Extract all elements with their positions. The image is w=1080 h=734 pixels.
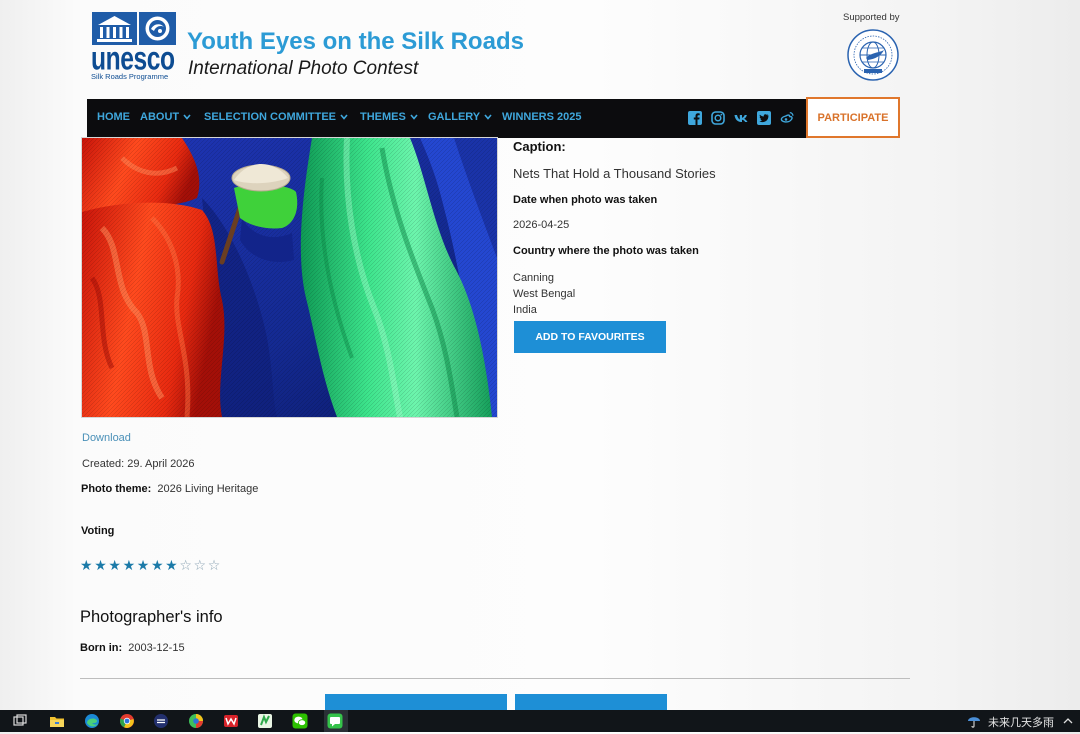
facebook-icon[interactable] bbox=[688, 111, 702, 125]
photographer-info-heading: Photographer's info bbox=[80, 608, 223, 626]
theme-label: Photo theme: bbox=[81, 483, 152, 495]
photo-caption: Nets That Hold a Thousand Stories bbox=[513, 166, 716, 181]
chevron-up-icon[interactable] bbox=[1060, 713, 1076, 729]
add-to-favourites-button[interactable]: ADD TO FAVOURITES bbox=[514, 321, 666, 353]
task-view-icon[interactable] bbox=[12, 713, 28, 729]
date-label: Date when photo was taken bbox=[513, 194, 658, 206]
os-taskbar: 未来几天多雨 bbox=[0, 710, 1080, 732]
nav-label: HOME bbox=[97, 111, 130, 123]
nav-label: THEMES bbox=[360, 111, 406, 123]
site-title[interactable]: Youth Eyes on the Silk Roads bbox=[187, 28, 524, 56]
caption-label: Caption: bbox=[513, 139, 566, 154]
born-date: 2003-12-15 bbox=[128, 642, 185, 654]
rating-star-filled[interactable]: ★ bbox=[94, 558, 108, 574]
location-country: India bbox=[513, 304, 537, 316]
wechat-icon[interactable] bbox=[292, 713, 308, 729]
chat-app-icon[interactable] bbox=[327, 713, 343, 729]
programme-name: Silk Roads Programme bbox=[91, 72, 169, 81]
created-label: Created: bbox=[82, 458, 125, 470]
main-nav: HOME ABOUT SELECTION COMMITTEE THEMES GA… bbox=[87, 99, 806, 138]
nav-winners-2025[interactable]: WINNERS 2025 bbox=[502, 111, 581, 123]
rating-star-filled[interactable]: ★ bbox=[137, 558, 151, 574]
twitter-icon[interactable] bbox=[757, 111, 771, 125]
file-explorer-icon[interactable] bbox=[49, 713, 65, 729]
instagram-icon[interactable] bbox=[711, 111, 725, 125]
wps-icon[interactable] bbox=[223, 713, 239, 729]
photo-theme: Photo theme: 2026 Living Heritage bbox=[81, 483, 258, 495]
nav-label: ABOUT bbox=[140, 111, 180, 123]
nav-gallery[interactable]: GALLERY bbox=[428, 111, 492, 123]
chevron-down-icon bbox=[484, 114, 492, 120]
download-link[interactable]: Download bbox=[82, 432, 131, 444]
divider bbox=[80, 678, 910, 679]
nav-label: SELECTION COMMITTEE bbox=[204, 111, 336, 123]
supported-by-label: Supported by bbox=[843, 12, 900, 23]
rain-umbrella-icon[interactable] bbox=[966, 713, 982, 729]
weather-forecast-text[interactable]: 未来几天多雨 bbox=[988, 714, 1054, 730]
voting-label: Voting bbox=[81, 525, 115, 537]
nav-label: WINNERS 2025 bbox=[502, 111, 582, 123]
green-app-icon[interactable] bbox=[257, 713, 273, 729]
app-icon[interactable] bbox=[153, 713, 169, 729]
nav-themes[interactable]: THEMES bbox=[360, 111, 418, 123]
chevron-down-icon bbox=[410, 114, 418, 120]
nav-home[interactable]: HOME bbox=[97, 111, 130, 123]
chevron-down-icon bbox=[183, 114, 191, 120]
location-city: Canning bbox=[513, 272, 554, 284]
created-info: Created: 29. April 2026 bbox=[82, 458, 195, 470]
weibo-icon[interactable] bbox=[780, 111, 794, 125]
participate-button[interactable]: PARTICIPATE bbox=[806, 97, 900, 138]
born-label: Born in: bbox=[80, 642, 123, 654]
chrome-icon[interactable] bbox=[119, 713, 135, 729]
edge-icon[interactable] bbox=[84, 713, 100, 729]
bottom-button-right[interactable] bbox=[515, 694, 667, 710]
vk-icon[interactable] bbox=[734, 111, 748, 125]
rating-star-filled[interactable]: ★ bbox=[123, 558, 137, 574]
theme-value: 2026 Living Heritage bbox=[157, 483, 259, 495]
rating-star-filled[interactable]: ★ bbox=[151, 558, 165, 574]
rating-star-empty[interactable]: ☆ bbox=[208, 558, 222, 574]
rating-star-filled[interactable]: ★ bbox=[80, 558, 94, 574]
bottom-button-left[interactable] bbox=[325, 694, 507, 710]
nav-about[interactable]: ABOUT bbox=[140, 111, 191, 123]
created-date: 29. April 2026 bbox=[127, 458, 195, 470]
location-region: West Bengal bbox=[513, 288, 576, 300]
nav-label: GALLERY bbox=[428, 111, 481, 123]
country-label: Country where the photo was taken bbox=[513, 245, 699, 257]
site-subtitle: International Photo Contest bbox=[188, 58, 419, 79]
contest-photo bbox=[81, 137, 498, 418]
rating-stars[interactable]: ★ ★ ★ ★ ★ ★ ★ ☆ ☆ ☆ bbox=[80, 558, 222, 574]
rating-star-empty[interactable]: ☆ bbox=[194, 558, 208, 574]
chevron-down-icon bbox=[340, 114, 348, 120]
browser-icon[interactable] bbox=[188, 713, 204, 729]
born-info: Born in: 2003-12-15 bbox=[80, 642, 185, 654]
rating-star-filled[interactable]: ★ bbox=[108, 558, 122, 574]
rating-star-filled[interactable]: ★ bbox=[165, 558, 179, 574]
partner-globe-dove-icon[interactable] bbox=[846, 28, 900, 87]
nav-selection-committee[interactable]: SELECTION COMMITTEE bbox=[204, 111, 348, 123]
unesco-wordmark: unesco bbox=[91, 39, 175, 77]
photo-date: 2026-04-25 bbox=[513, 219, 570, 231]
rating-star-empty[interactable]: ☆ bbox=[179, 558, 193, 574]
